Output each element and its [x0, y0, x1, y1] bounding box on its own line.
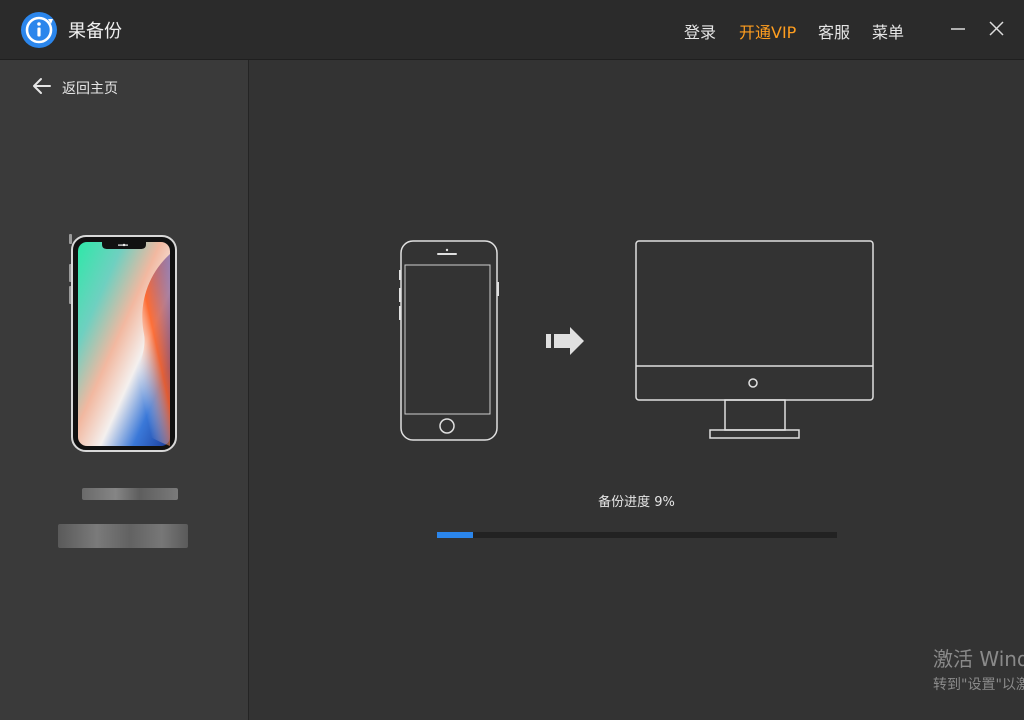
backup-progress-fill: [437, 532, 473, 538]
computer-monitor-icon: [635, 240, 874, 439]
vip-link[interactable]: 开通VIP: [739, 19, 796, 43]
watermark-line1: 激活 Wind: [933, 647, 1024, 671]
minimize-icon[interactable]: [946, 14, 970, 44]
login-link[interactable]: 登录: [684, 19, 716, 43]
watermark-line2: 转到"设置"以激: [933, 677, 1024, 693]
connected-iphone-image: [69, 234, 177, 452]
main-panel: 备份进度 9%: [249, 60, 1024, 720]
sidebar: 返回主页: [0, 60, 249, 720]
app-logo-icon: [21, 12, 57, 48]
back-home-label: 返回主页: [62, 81, 118, 97]
transfer-arrow-icon: [546, 327, 584, 355]
menu-link[interactable]: 菜单: [872, 19, 904, 43]
support-link[interactable]: 客服: [818, 19, 850, 43]
app-title: 果备份: [68, 21, 122, 42]
device-info-blurred: [58, 524, 188, 548]
arrow-left-icon: [33, 78, 51, 94]
title-bar: 果备份 登录 开通VIP 客服 菜单: [0, 0, 1024, 60]
close-icon[interactable]: [985, 14, 1009, 44]
iphone-outline-icon: [399, 240, 499, 441]
backup-progress-label: 备份进度 9%: [598, 495, 675, 510]
activation-watermark: 激活 Wind 转到"设置"以激: [933, 643, 1024, 694]
backup-progress-bar: [437, 532, 837, 538]
device-name-blurred: [82, 488, 178, 500]
